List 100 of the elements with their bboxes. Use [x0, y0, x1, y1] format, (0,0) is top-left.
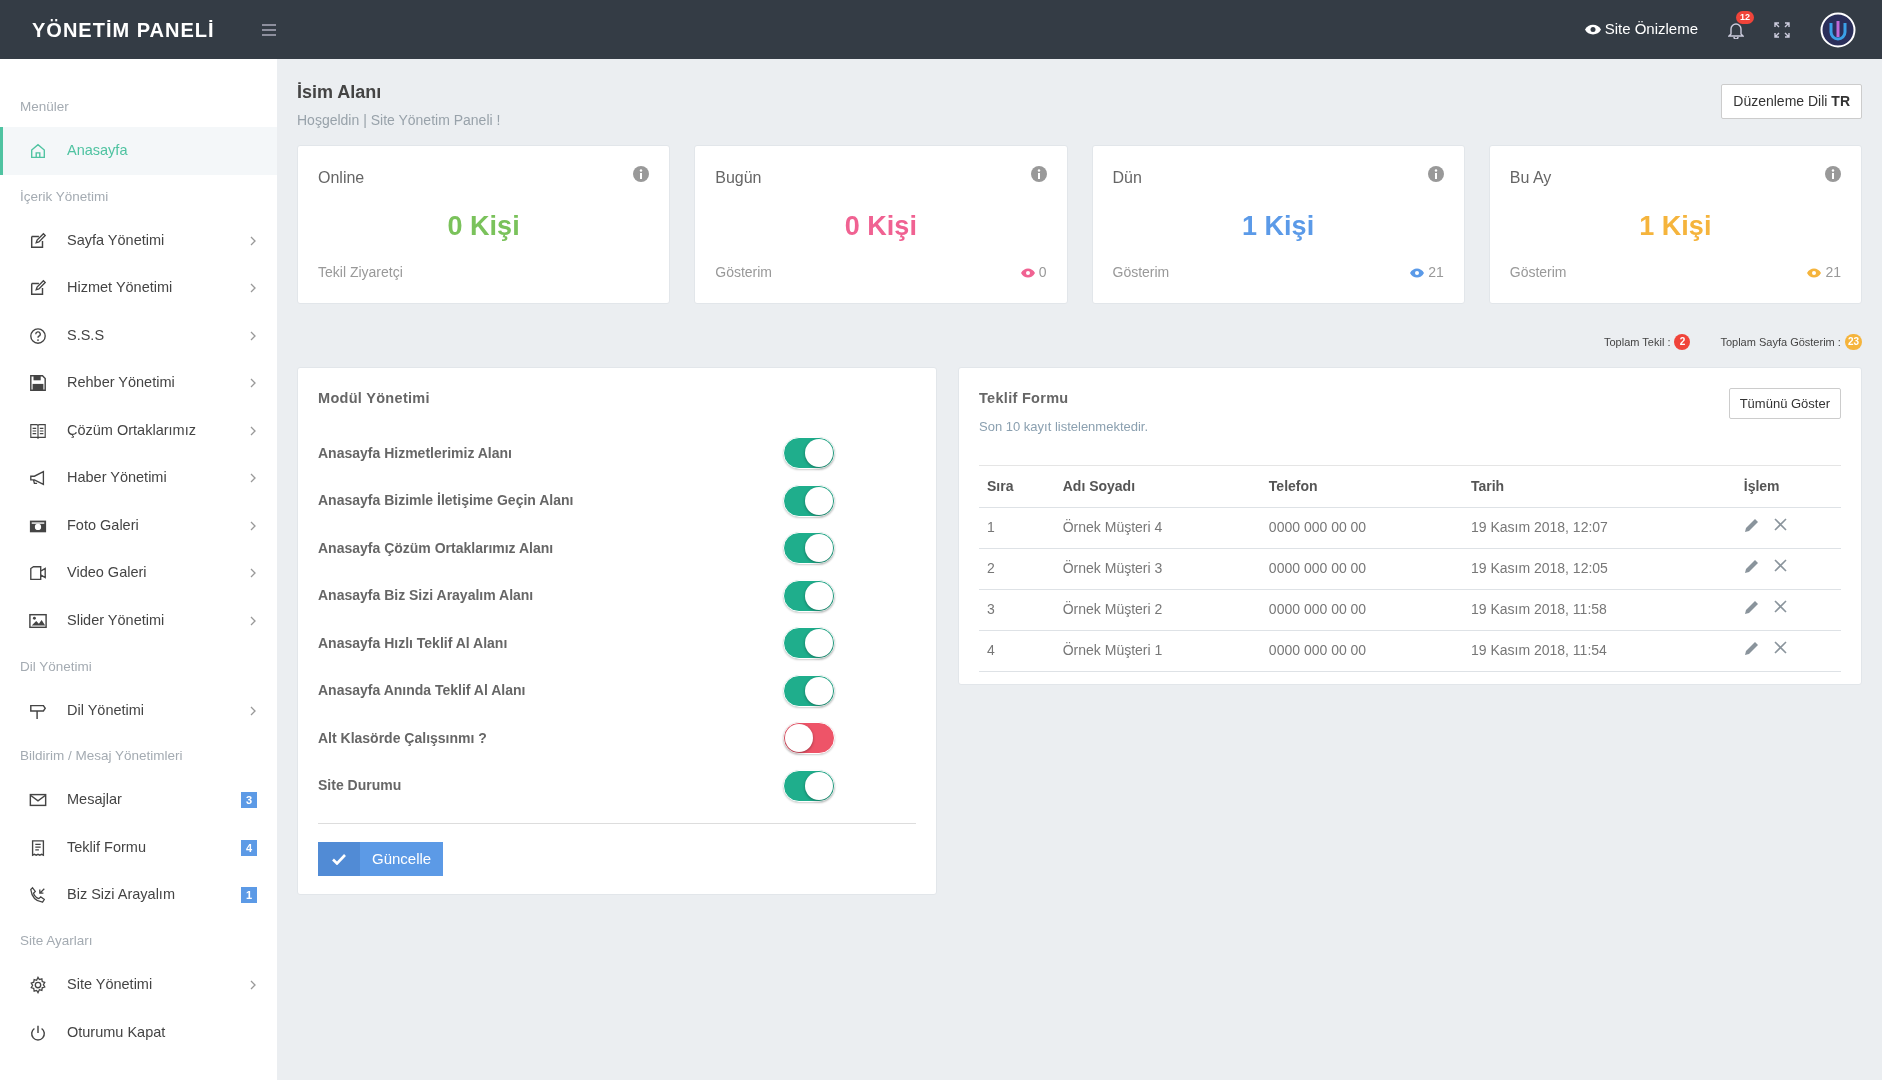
toggle-switch[interactable] — [783, 627, 835, 659]
stat-label: Tekil Ziyaretçi — [318, 263, 403, 282]
panel-subtitle: Son 10 kayıt listelenmektedir. — [979, 418, 1149, 437]
stat-value: 0 Kişi — [446, 209, 521, 243]
book-icon — [29, 421, 47, 440]
pencil-icon[interactable] — [1743, 557, 1760, 574]
sidebar-section-heading: Menüler — [19, 98, 70, 116]
table-cell: 0000 000 00 00 — [1268, 601, 1367, 618]
pencil-icon[interactable] — [1743, 639, 1760, 656]
table-cell: 1 — [987, 519, 995, 536]
stat-label: Gösterim — [715, 263, 773, 282]
toggle-switch[interactable] — [783, 484, 835, 517]
fullscreen-icon[interactable] — [1774, 21, 1790, 38]
settings-icon — [29, 976, 47, 994]
info-icon[interactable] — [1825, 166, 1841, 182]
power-icon — [29, 1023, 47, 1042]
sidebar-item[interactable]: Foto Galeri — [0, 502, 277, 550]
column-header: Adı Soyadı — [1054, 465, 1261, 508]
table-cell: 0000 000 00 00 — [1268, 519, 1367, 536]
sidebar-item[interactable]: Mesajlar 3 — [0, 776, 277, 824]
close-icon[interactable] — [1773, 559, 1787, 573]
sidebar-item[interactable]: S.S.S — [0, 312, 277, 360]
module-label: Site Durumu — [318, 776, 403, 795]
view-count: 0 — [1038, 263, 1047, 282]
sidebar-section-heading: Site Ayarları — [19, 932, 94, 950]
toggle-switch[interactable] — [783, 532, 835, 564]
edit-icon — [29, 279, 47, 298]
module-label: Anasayfa Anında Teklif Al Alanı — [318, 681, 527, 700]
sidebar-item[interactable]: Haber Yönetimi — [0, 454, 277, 502]
count-badge: 1 — [240, 887, 257, 904]
column-header: İşlem — [1735, 465, 1841, 508]
sidebar-item[interactable]: Biz Sizi Arayalım 1 — [0, 871, 277, 919]
column-header: Tarih — [1462, 465, 1736, 508]
menu-icon[interactable] — [262, 23, 276, 36]
show-all-button[interactable]: Tümünü Göster — [1728, 387, 1841, 419]
toggle-switch[interactable] — [783, 674, 835, 707]
eye-icon — [1410, 267, 1425, 278]
sidebar-item[interactable]: Dil Yönetimi — [0, 686, 277, 735]
sidebar-item[interactable]: Çözüm Ortaklarımız — [0, 407, 277, 455]
sidebar-item[interactable]: Rehber Yönetimi — [0, 359, 277, 407]
sidebar-section-heading: İçerik Yönetimi — [19, 187, 110, 206]
notification-count: 12 — [1736, 11, 1754, 24]
toggle-switch[interactable] — [783, 769, 835, 802]
help-icon — [29, 326, 47, 345]
sidebar-item[interactable]: Hizmet Yönetimi — [0, 264, 277, 312]
table-cell: 2 — [987, 560, 995, 577]
view-count: 21 — [1825, 263, 1841, 282]
stat-value: 1 Kişi — [1638, 209, 1713, 243]
editing-language-button[interactable]: Düzenleme Dili TR — [1721, 84, 1862, 119]
eye-icon — [1584, 24, 1601, 35]
toggle-switch[interactable] — [783, 722, 835, 754]
eye-icon — [1807, 267, 1822, 278]
info-icon[interactable] — [1030, 166, 1047, 182]
sidebar-section-heading: Bildirim / Mesaj Yönetimleri — [19, 747, 184, 766]
table-cell: 3 — [987, 601, 995, 618]
stat-value: 0 Kişi — [843, 209, 918, 243]
pencil-icon[interactable] — [1743, 598, 1760, 615]
avatar-icon[interactable] — [1820, 11, 1856, 48]
sidebar-item[interactable]: Sayfa Yönetimi — [0, 217, 277, 265]
info-icon[interactable] — [633, 166, 650, 182]
bell-icon[interactable] — [1728, 21, 1744, 40]
column-header: Telefon — [1260, 465, 1463, 508]
total-count-badge: 23 — [1844, 334, 1862, 351]
info-icon[interactable] — [1427, 166, 1444, 182]
panel-title: Modül Yönetimi — [318, 388, 431, 408]
close-icon[interactable] — [1773, 518, 1787, 532]
table-cell: 0000 000 00 00 — [1268, 560, 1367, 577]
count-badge: 4 — [240, 839, 257, 856]
checkmark-icon — [332, 853, 346, 865]
pencil-icon[interactable] — [1743, 516, 1760, 533]
panel-title: Teklif Formu — [979, 388, 1070, 408]
column-header: Sıra — [979, 465, 1055, 508]
sidebar-item[interactable]: Slider Yönetimi — [0, 597, 277, 645]
close-icon[interactable] — [1773, 600, 1787, 614]
sidebar-item[interactable]: Teklif Formu 4 — [0, 824, 277, 872]
sidebar-item[interactable]: Video Galeri — [0, 549, 277, 597]
module-label: Anasayfa Biz Sizi Arayalım Alanı — [318, 586, 535, 605]
total-count-badge: 2 — [1674, 334, 1691, 351]
module-label: Anasayfa Bizimle İletişime Geçin Alanı — [318, 491, 575, 510]
table-cell: Örnek Müşteri 4 — [1062, 519, 1163, 536]
table-cell: Örnek Müşteri 2 — [1062, 601, 1163, 618]
site-preview-link[interactable]: Site Önizleme — [1584, 18, 1698, 41]
close-icon[interactable] — [1773, 641, 1787, 655]
view-count: 21 — [1428, 263, 1444, 282]
toggle-switch[interactable] — [783, 437, 835, 469]
sidebar-item[interactable]: Oturumu Kapat — [0, 1008, 277, 1057]
home-icon — [29, 142, 47, 160]
table-cell: 0000 000 00 00 — [1268, 642, 1367, 659]
stat-label: Gösterim — [1509, 263, 1567, 282]
count-badge: 3 — [240, 792, 257, 809]
module-label: Alt Klasörde Çalışsınmı ? — [318, 728, 488, 748]
stat-title: Dün — [1112, 168, 1142, 188]
table-cell: 19 Kasım 2018, 11:58 — [1470, 601, 1607, 618]
page-title: İsim Alanı — [297, 81, 383, 104]
sidebar-item[interactable]: Site Yönetimi — [0, 961, 277, 1009]
phone-icon — [29, 886, 47, 905]
edit-icon — [29, 231, 47, 250]
module-label: Anasayfa Hizmetlerimiz Alanı — [318, 443, 513, 463]
stat-title: Online — [318, 168, 365, 188]
toggle-switch[interactable] — [783, 579, 835, 612]
